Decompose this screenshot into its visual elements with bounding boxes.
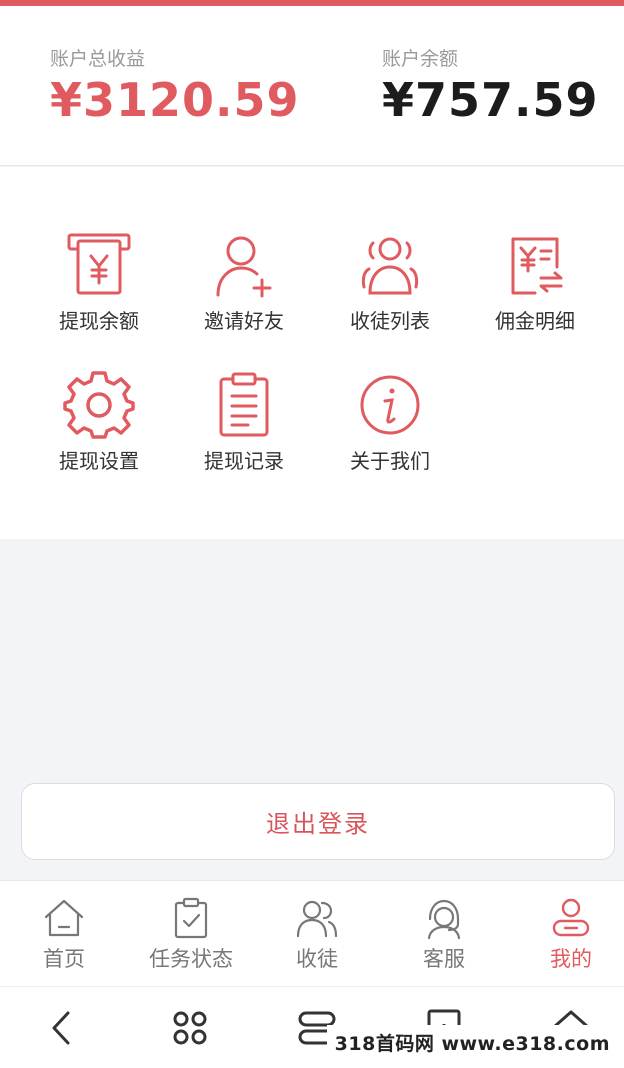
info-icon bbox=[360, 375, 420, 435]
menu-item-about-us[interactable]: 关于我们 bbox=[320, 369, 460, 489]
menu-item-commission-detail[interactable]: 佣金明细 bbox=[465, 229, 605, 349]
atm-yuan-icon bbox=[67, 233, 131, 295]
total-earnings-label: 账户总收益 bbox=[50, 48, 146, 70]
clipboard-list-icon bbox=[219, 372, 269, 437]
menu-item-label: 收徒列表 bbox=[350, 309, 430, 333]
logout-button[interactable]: 退出登录 bbox=[21, 783, 615, 860]
add-user-icon bbox=[216, 236, 272, 298]
menu-item-withdraw-balance[interactable]: 提现余额 bbox=[29, 229, 169, 349]
menu-item-label: 邀请好友 bbox=[204, 309, 284, 333]
tab-apprentice[interactable]: 收徒 bbox=[255, 895, 379, 981]
bottom-tab-bar: 首页 任务状态 收徒 客服 我的 bbox=[0, 880, 624, 986]
profile-icon bbox=[552, 898, 590, 937]
home-icon bbox=[44, 899, 84, 937]
account-stats: 账户总收益 ¥3120.59 账户余额 ¥757.59 bbox=[0, 6, 624, 166]
tab-home[interactable]: 首页 bbox=[2, 895, 126, 981]
tab-customer-service[interactable]: 客服 bbox=[382, 895, 506, 981]
headset-icon bbox=[427, 899, 461, 940]
total-earnings: 账户总收益 ¥3120.59 bbox=[50, 46, 300, 128]
shortcut-icon bbox=[173, 1011, 207, 1045]
shortcut-button[interactable] bbox=[167, 1005, 213, 1051]
tab-label: 客服 bbox=[423, 947, 465, 971]
menu-item-apprentice-list[interactable]: 收徒列表 bbox=[320, 229, 460, 349]
tab-label: 收徒 bbox=[296, 947, 338, 971]
account-balance: 账户余额 ¥757.59 bbox=[382, 46, 599, 128]
gear-icon bbox=[63, 371, 135, 439]
tab-task-status[interactable]: 任务状态 bbox=[129, 895, 253, 981]
menu-item-label: 提现余额 bbox=[59, 309, 139, 333]
menu-item-label: 佣金明细 bbox=[495, 309, 575, 333]
group-icon bbox=[361, 237, 419, 295]
menu-item-label: 关于我们 bbox=[350, 449, 430, 473]
logout-label: 退出登录 bbox=[266, 810, 370, 838]
account-balance-label: 账户余额 bbox=[382, 48, 459, 70]
menu-item-withdraw-settings[interactable]: 提现设置 bbox=[29, 369, 169, 489]
menu-item-withdraw-records[interactable]: 提现记录 bbox=[174, 369, 314, 489]
menu-item-invite-friends[interactable]: 邀请好友 bbox=[174, 229, 314, 349]
tab-label: 我的 bbox=[550, 947, 592, 971]
tab-label: 首页 bbox=[43, 947, 85, 971]
profile-page: 账户总收益 ¥3120.59 账户余额 ¥757.59 提现余额 邀请好友 收徒… bbox=[0, 0, 624, 1068]
tab-mine[interactable]: 我的 bbox=[509, 895, 624, 981]
total-earnings-value: ¥3120.59 bbox=[50, 73, 300, 127]
users-icon bbox=[296, 900, 338, 938]
watermark: 318首码网 www.e318.com bbox=[326, 1025, 618, 1060]
menu-item-label: 提现设置 bbox=[59, 449, 139, 473]
account-balance-value: ¥757.59 bbox=[382, 73, 599, 127]
commission-detail-icon bbox=[511, 237, 563, 295]
function-grid: 提现余额 邀请好友 收徒列表 佣金明细 提现设置 提现记录 关于我们 bbox=[0, 167, 624, 539]
menu-item-label: 提现记录 bbox=[204, 449, 284, 473]
back-icon bbox=[52, 1011, 70, 1045]
task-check-icon bbox=[174, 897, 208, 939]
tab-label: 任务状态 bbox=[149, 947, 233, 971]
back-button[interactable] bbox=[40, 1005, 86, 1051]
